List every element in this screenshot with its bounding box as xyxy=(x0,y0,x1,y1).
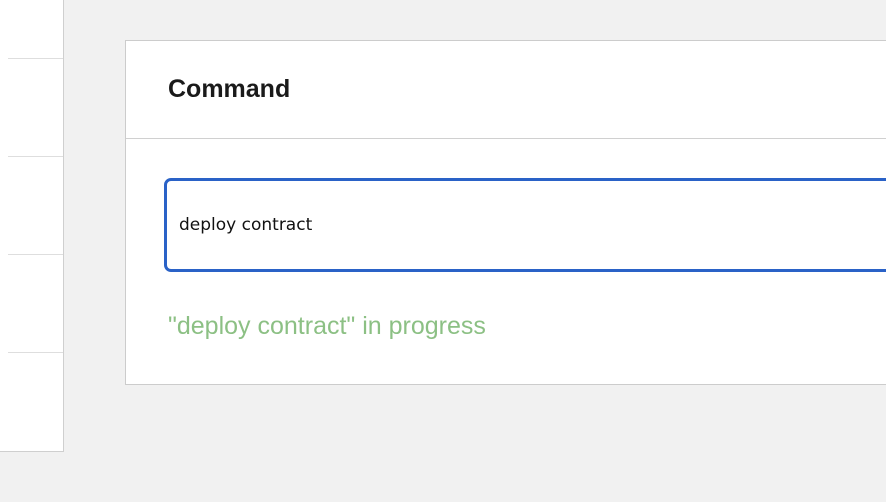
panel-title: Command xyxy=(168,75,291,103)
sidebar-divider xyxy=(8,254,63,255)
sidebar-divider xyxy=(8,58,63,59)
left-sidebar xyxy=(0,0,64,452)
sidebar-divider xyxy=(8,156,63,157)
command-input[interactable] xyxy=(164,178,886,272)
command-panel-header: Command xyxy=(126,41,886,139)
command-status-text: "deploy contract" in progress xyxy=(168,312,486,340)
command-panel: Command "deploy contract" in progress xyxy=(125,40,886,385)
sidebar-divider xyxy=(8,352,63,353)
